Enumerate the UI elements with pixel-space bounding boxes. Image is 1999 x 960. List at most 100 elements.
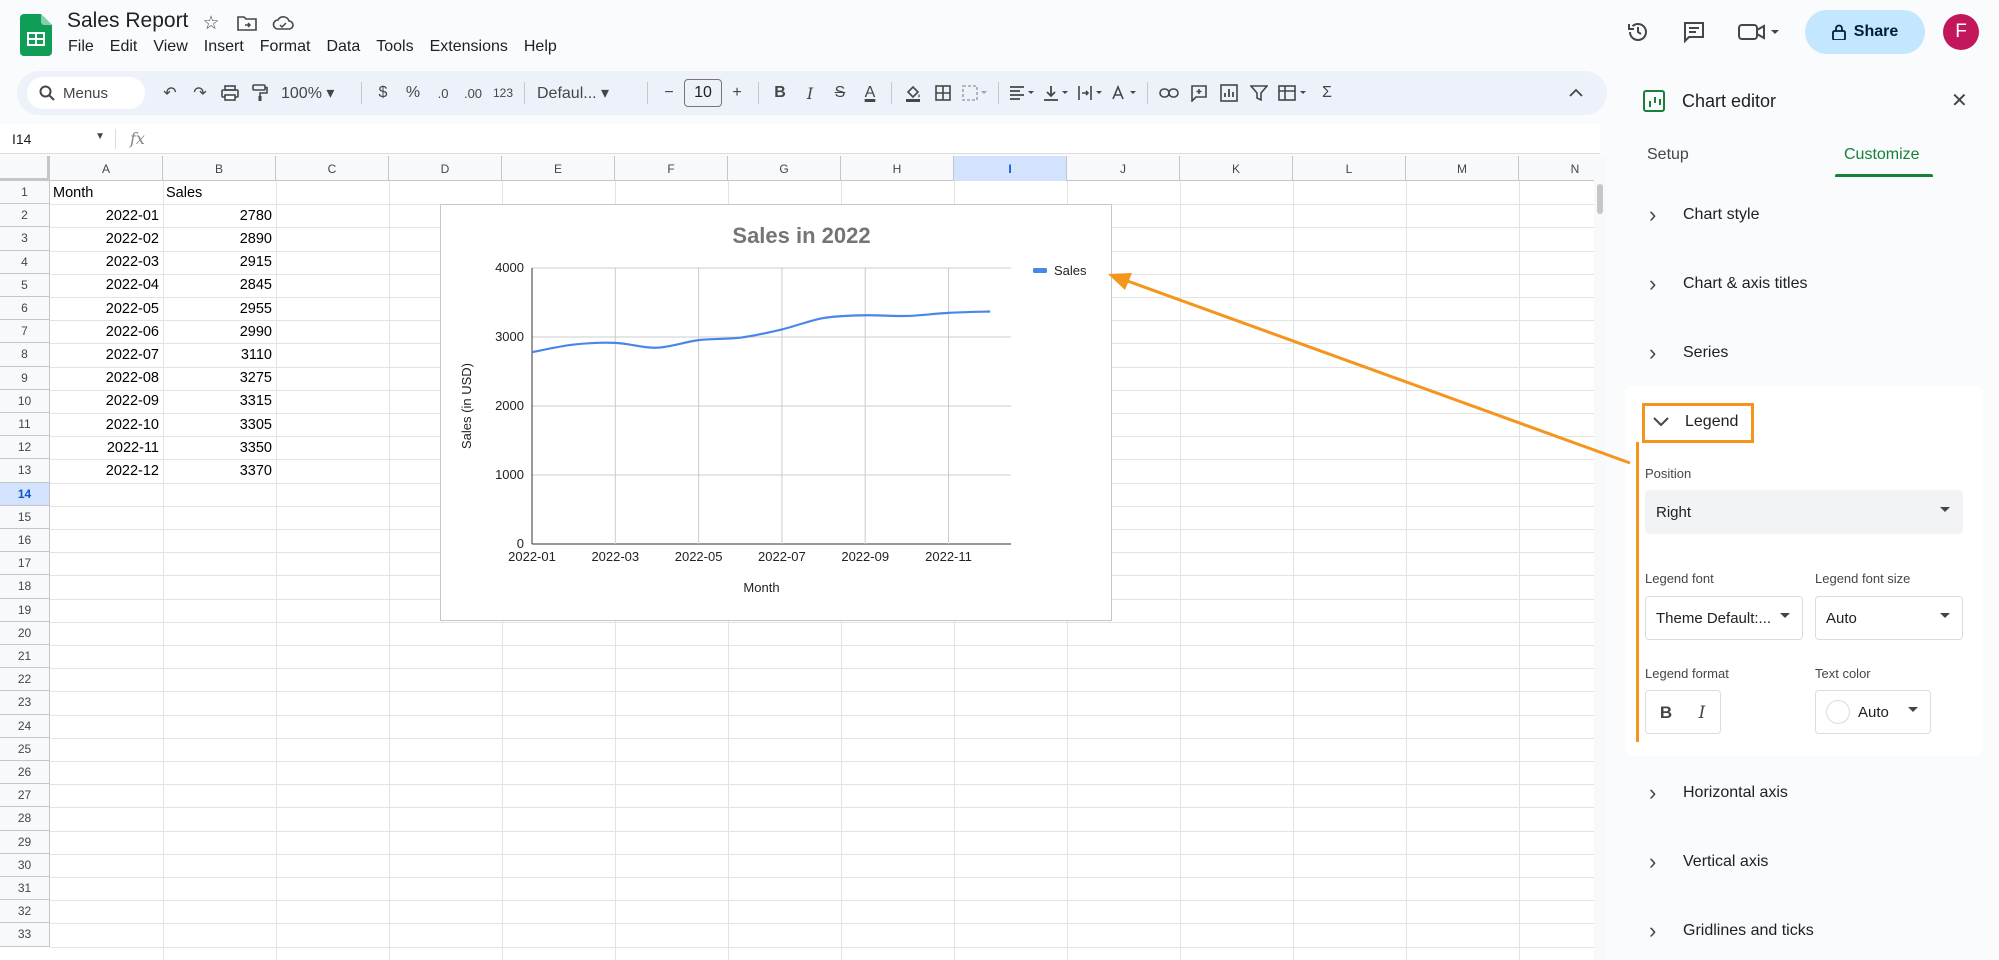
- position-select[interactable]: Right: [1645, 490, 1963, 534]
- column-header-a[interactable]: A: [50, 156, 163, 181]
- section-chart-axis-titles[interactable]: › Chart & axis titles: [1625, 257, 1985, 311]
- menu-format[interactable]: Format: [252, 38, 319, 56]
- strikethrough-button[interactable]: S: [825, 78, 855, 108]
- row-header[interactable]: 5: [0, 273, 50, 297]
- section-vertical-axis[interactable]: › Vertical axis: [1625, 835, 1985, 889]
- row-header[interactable]: 26: [0, 761, 50, 785]
- column-header-b[interactable]: B: [163, 156, 276, 181]
- menu-view[interactable]: View: [145, 38, 195, 56]
- cell[interactable]: 3350: [163, 436, 276, 459]
- sheets-logo-icon[interactable]: [20, 14, 52, 56]
- legend-italic-button[interactable]: I: [1684, 691, 1720, 735]
- scrollbar-thumb[interactable]: [1597, 184, 1603, 214]
- row-header[interactable]: 3: [0, 227, 50, 251]
- vertical-align-icon[interactable]: [1039, 78, 1073, 108]
- cell[interactable]: 2022-04: [50, 274, 163, 297]
- filter-views-icon[interactable]: [1274, 78, 1312, 108]
- menu-tools[interactable]: Tools: [368, 38, 421, 56]
- cloud-status-icon[interactable]: [272, 12, 294, 34]
- legend-section-header[interactable]: Legend: [1642, 403, 1754, 443]
- vertical-scrollbar[interactable]: [1594, 156, 1606, 960]
- text-rotation-icon[interactable]: [1107, 78, 1141, 108]
- cell[interactable]: Month: [50, 181, 163, 204]
- font-size-input[interactable]: 10: [684, 79, 722, 107]
- menu-extensions[interactable]: Extensions: [422, 38, 516, 56]
- row-header[interactable]: 27: [0, 784, 50, 808]
- tab-customize[interactable]: Customize: [1844, 146, 1920, 164]
- row-header[interactable]: 30: [0, 853, 50, 877]
- column-header-d[interactable]: D: [389, 156, 502, 181]
- cell[interactable]: 2955: [163, 297, 276, 320]
- star-icon[interactable]: ☆: [200, 12, 222, 34]
- column-header-m[interactable]: M: [1406, 156, 1519, 181]
- text-color-select[interactable]: Auto: [1815, 690, 1931, 734]
- row-header[interactable]: 19: [0, 598, 50, 622]
- horizontal-align-icon[interactable]: [1005, 78, 1039, 108]
- cell[interactable]: 2022-12: [50, 459, 163, 482]
- cell[interactable]: 2022-11: [50, 436, 163, 459]
- column-header-n[interactable]: N: [1519, 156, 1594, 181]
- functions-icon[interactable]: Σ: [1312, 78, 1342, 108]
- column-header-f[interactable]: F: [615, 156, 728, 181]
- move-folder-icon[interactable]: [236, 12, 258, 34]
- row-header[interactable]: 10: [0, 389, 50, 413]
- row-header[interactable]: 20: [0, 621, 50, 645]
- insert-chart-icon[interactable]: [1214, 78, 1244, 108]
- row-header[interactable]: 14: [0, 482, 50, 506]
- column-header-j[interactable]: J: [1067, 156, 1180, 181]
- column-header-g[interactable]: G: [728, 156, 841, 181]
- section-horizontal-axis[interactable]: › Horizontal axis: [1625, 766, 1985, 820]
- column-header-e[interactable]: E: [502, 156, 615, 181]
- menu-data[interactable]: Data: [318, 38, 368, 56]
- undo-icon[interactable]: ↶: [155, 78, 185, 108]
- cell[interactable]: 3370: [163, 459, 276, 482]
- row-header[interactable]: 7: [0, 320, 50, 344]
- section-gridlines-ticks[interactable]: › Gridlines and ticks: [1625, 904, 1985, 958]
- row-header[interactable]: 22: [0, 668, 50, 692]
- column-header-k[interactable]: K: [1180, 156, 1293, 181]
- menu-insert[interactable]: Insert: [196, 38, 252, 56]
- row-header[interactable]: 13: [0, 459, 50, 483]
- cell[interactable]: 2022-01: [50, 204, 163, 227]
- row-header[interactable]: 28: [0, 807, 50, 831]
- cell[interactable]: 2780: [163, 204, 276, 227]
- avatar[interactable]: F: [1943, 14, 1979, 50]
- collapse-toolbar-icon[interactable]: [1561, 78, 1591, 108]
- row-header[interactable]: 2: [0, 204, 50, 228]
- row-header[interactable]: 16: [0, 529, 50, 553]
- cell[interactable]: 2022-06: [50, 320, 163, 343]
- filter-icon[interactable]: [1244, 78, 1274, 108]
- row-header[interactable]: 24: [0, 714, 50, 738]
- cell[interactable]: 2022-05: [50, 297, 163, 320]
- menus-search[interactable]: Menus: [27, 77, 145, 109]
- cell[interactable]: 2915: [163, 251, 276, 274]
- select-all-corner[interactable]: [0, 156, 50, 181]
- menu-file[interactable]: File: [60, 38, 102, 56]
- tab-setup[interactable]: Setup: [1647, 146, 1689, 164]
- document-title[interactable]: Sales Report: [67, 9, 188, 33]
- section-series[interactable]: › Series: [1625, 326, 1985, 380]
- cell[interactable]: 2022-10: [50, 413, 163, 436]
- column-header-l[interactable]: L: [1293, 156, 1406, 181]
- cell[interactable]: 2022-07: [50, 343, 163, 366]
- increase-decimal-button[interactable]: .00: [458, 78, 488, 108]
- text-color-button[interactable]: A: [855, 78, 885, 108]
- legend-font-size-select[interactable]: Auto: [1815, 596, 1963, 640]
- row-header[interactable]: 11: [0, 413, 50, 437]
- paint-format-icon[interactable]: [245, 78, 275, 108]
- cell[interactable]: Sales: [163, 181, 276, 204]
- merge-cells-icon[interactable]: [958, 78, 992, 108]
- cell[interactable]: 3305: [163, 413, 276, 436]
- version-history-icon[interactable]: [1619, 13, 1657, 51]
- zoom-select[interactable]: 100% ▾: [275, 83, 355, 103]
- cell[interactable]: 2990: [163, 320, 276, 343]
- row-header[interactable]: 6: [0, 297, 50, 321]
- row-header[interactable]: 29: [0, 830, 50, 854]
- cell[interactable]: 3275: [163, 367, 276, 390]
- row-header[interactable]: 8: [0, 343, 50, 367]
- cell[interactable]: 2022-03: [50, 251, 163, 274]
- row-header[interactable]: 21: [0, 645, 50, 669]
- row-header[interactable]: 12: [0, 436, 50, 460]
- cell[interactable]: 2022-08: [50, 367, 163, 390]
- cell[interactable]: 2022-09: [50, 390, 163, 413]
